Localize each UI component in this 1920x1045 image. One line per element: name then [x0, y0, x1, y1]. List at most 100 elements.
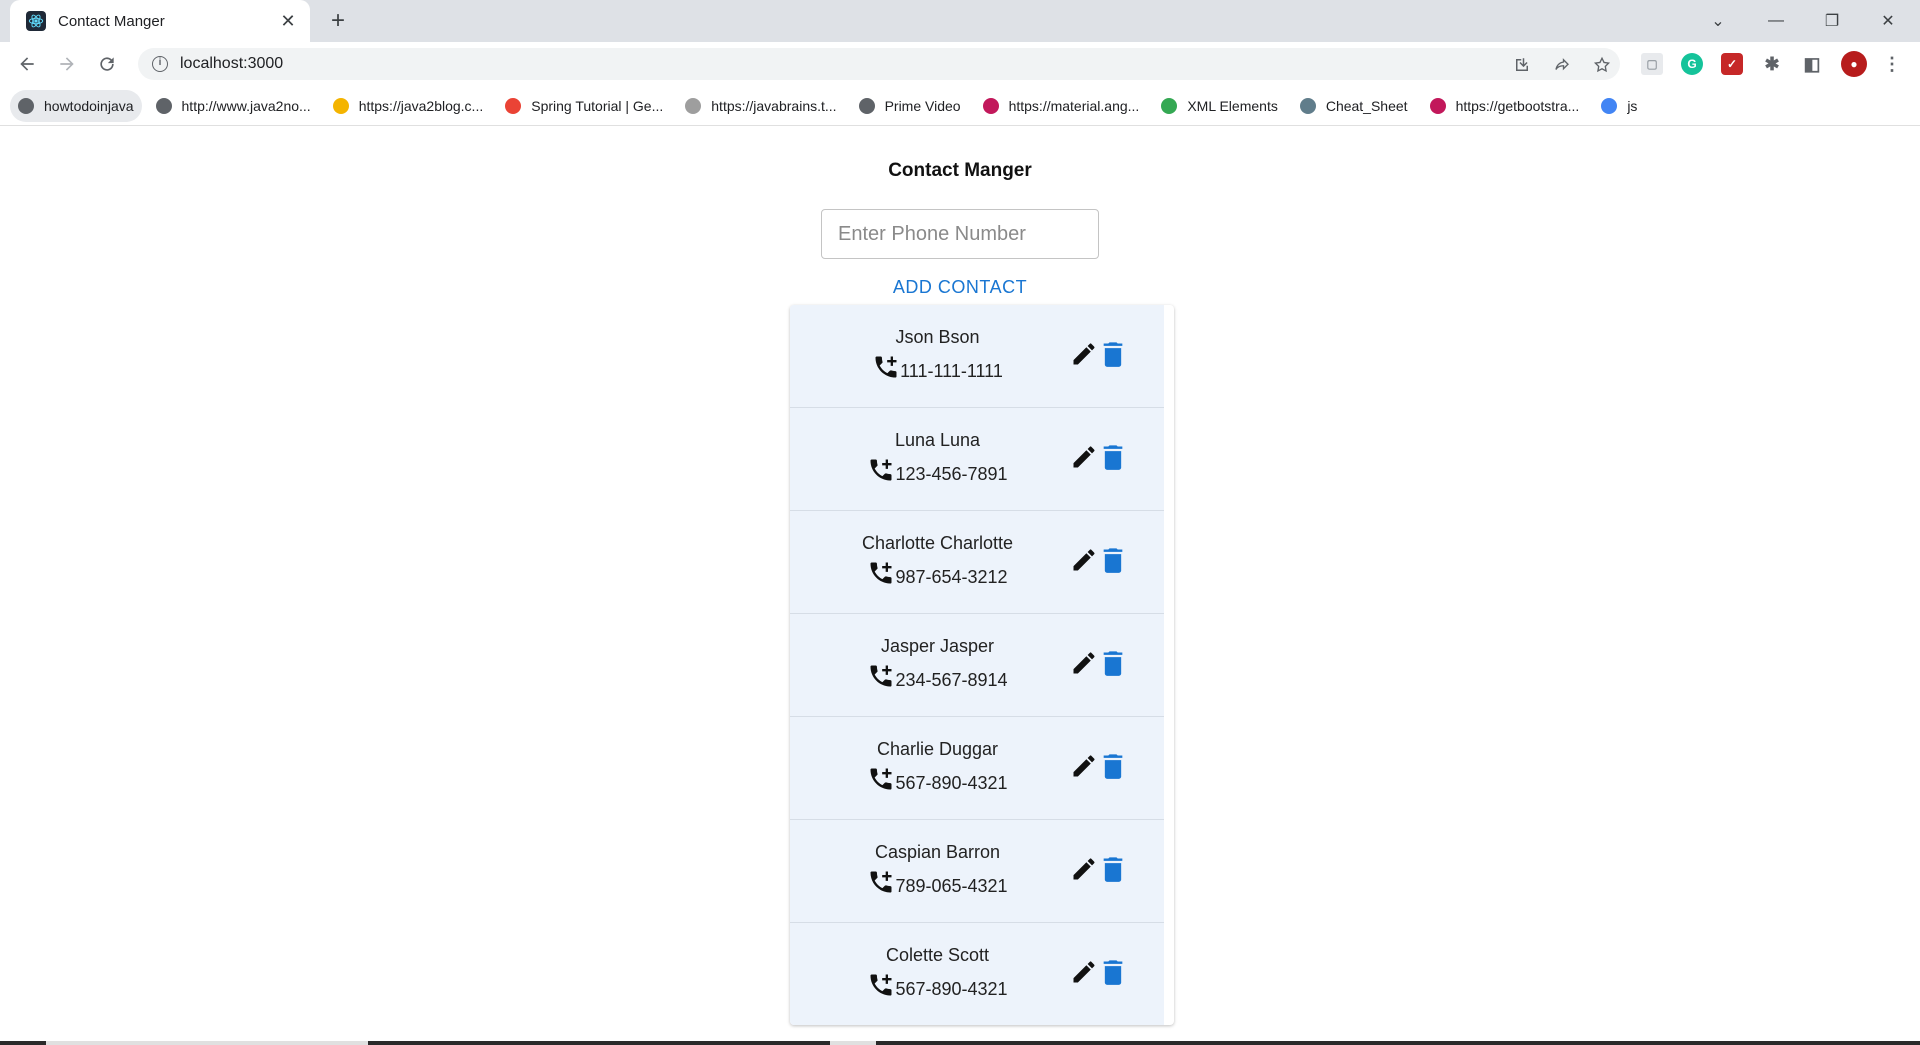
- bookmark-favicon-icon: [1299, 97, 1316, 114]
- contact-phone: 987-654-3212: [895, 567, 1008, 587]
- bookmark-label: Cheat_Sheet: [1325, 97, 1408, 114]
- contact-name: Colette Scott: [885, 945, 990, 965]
- back-icon[interactable]: [13, 50, 41, 78]
- contact-name: Charlotte Charlotte: [861, 533, 1014, 553]
- page-content: Contact Manger ADD CONTACT Json Bson 111-…: [0, 127, 1920, 1045]
- bookmark-label: https://javabrains.t...: [711, 97, 837, 114]
- extension-grey-icon[interactable]: ▢: [1641, 53, 1663, 75]
- bookmark-item[interactable]: https://material.ang...: [975, 90, 1148, 122]
- contact-row: Charlotte Charlotte 987-654-3212: [790, 511, 1164, 614]
- profile-avatar[interactable]: ●: [1841, 51, 1867, 77]
- contact-phone: 567-890-4321: [895, 979, 1008, 999]
- address-url: localhost:3000: [180, 55, 284, 72]
- delete-trash-icon[interactable]: [1102, 649, 1124, 677]
- tab-close-icon[interactable]: ✕: [278, 11, 298, 31]
- bookmark-item[interactable]: http://www.java2no...: [148, 90, 319, 122]
- bookmark-label: https://getbootstra...: [1455, 97, 1580, 114]
- side-panel-icon[interactable]: ◧: [1801, 53, 1823, 75]
- window-close-button[interactable]: ✕: [1860, 0, 1916, 42]
- phone-number-input[interactable]: [821, 209, 1099, 259]
- menu-kebab-icon[interactable]: ⋮: [1881, 53, 1903, 75]
- contact-name: Json Bson: [895, 327, 980, 347]
- delete-trash-icon[interactable]: [1102, 752, 1124, 780]
- contact-phone: 111-111-1111: [900, 361, 1003, 381]
- delete-trash-icon[interactable]: [1102, 855, 1124, 883]
- delete-trash-icon[interactable]: [1102, 443, 1124, 471]
- bookmark-favicon-icon: [1429, 97, 1446, 114]
- bookmark-item[interactable]: Prime Video: [851, 90, 969, 122]
- restore-button[interactable]: ❐: [1804, 0, 1860, 42]
- add-call-icon: [867, 971, 895, 999]
- edit-pencil-icon[interactable]: [1070, 958, 1098, 986]
- address-bar[interactable]: i localhost:3000: [138, 48, 1620, 80]
- contact-row: Jasper Jasper 234-567-8914: [790, 614, 1164, 717]
- delete-trash-icon[interactable]: [1102, 340, 1124, 368]
- bookmark-label: Spring Tutorial | Ge...: [531, 97, 664, 114]
- bookmark-item[interactable]: XML Elements: [1153, 90, 1286, 122]
- add-contact-button[interactable]: ADD CONTACT: [860, 269, 1060, 305]
- edit-pencil-icon[interactable]: [1070, 855, 1098, 883]
- bookmark-label: https://material.ang...: [1008, 97, 1140, 114]
- bookmark-favicon-icon: [685, 97, 702, 114]
- contact-phone-line: 234-567-8914: [810, 665, 1065, 691]
- bookmark-item[interactable]: howtodoinjava: [10, 89, 142, 122]
- bookmark-label: http://www.java2no...: [181, 97, 311, 114]
- add-call-icon: [867, 765, 895, 793]
- edit-pencil-icon[interactable]: [1070, 443, 1098, 471]
- shield-extension-icon[interactable]: ✓: [1721, 53, 1743, 75]
- grammarly-icon[interactable]: G: [1681, 53, 1703, 75]
- edit-pencil-icon[interactable]: [1070, 649, 1098, 677]
- bookmark-favicon-icon: [332, 97, 349, 114]
- bookmark-item[interactable]: Cheat_Sheet: [1292, 90, 1416, 122]
- contact-row: Charlie Duggar 567-890-4321: [790, 717, 1164, 820]
- site-info-icon[interactable]: i: [152, 56, 168, 72]
- bookmark-item[interactable]: https://java2blog.c...: [325, 90, 492, 122]
- contact-phone-line: 567-890-4321: [810, 974, 1065, 1000]
- edit-pencil-icon[interactable]: [1070, 546, 1098, 574]
- tab-search-icon[interactable]: ⌄: [1690, 0, 1746, 42]
- contact-phone-line: 789-065-4321: [810, 871, 1065, 897]
- bookmark-item[interactable]: https://javabrains.t...: [677, 90, 844, 122]
- contact-row: Luna Luna 123-456-7891: [790, 408, 1164, 511]
- contact-phone: 123-456-7891: [895, 464, 1008, 484]
- share-icon[interactable]: [1551, 54, 1573, 76]
- bookmark-label: XML Elements: [1187, 97, 1278, 114]
- bookmarks-bar: howtodoinjava http://www.java2no... https:…: [0, 86, 1920, 126]
- edit-pencil-icon[interactable]: [1070, 340, 1098, 368]
- bookmark-label: Prime Video: [884, 97, 961, 114]
- delete-trash-icon[interactable]: [1102, 958, 1124, 986]
- bookmark-item[interactable]: https://getbootstra...: [1422, 90, 1588, 122]
- delete-trash-icon[interactable]: [1102, 546, 1124, 574]
- bookmark-label: js: [1627, 97, 1638, 114]
- minimize-button[interactable]: —: [1748, 0, 1804, 42]
- add-call-icon: [867, 559, 895, 587]
- contact-phone: 789-065-4321: [895, 876, 1008, 896]
- install-icon[interactable]: [1511, 54, 1533, 76]
- forward-icon[interactable]: [53, 50, 81, 78]
- contact-row: Json Bson 111-111-1111: [790, 305, 1164, 408]
- bookmark-item[interactable]: js: [1593, 90, 1645, 122]
- add-call-icon: [872, 353, 900, 381]
- contact-phone-line: 987-654-3212: [810, 562, 1065, 588]
- bookmark-favicon-icon: [155, 97, 172, 114]
- tab-title: Contact Manger: [58, 12, 165, 30]
- new-tab-button[interactable]: +: [324, 8, 352, 36]
- horizontal-scrollbar[interactable]: [0, 1041, 1920, 1045]
- edit-pencil-icon[interactable]: [1070, 752, 1098, 780]
- bookmark-item[interactable]: Spring Tutorial | Ge...: [497, 90, 671, 122]
- add-call-icon: [867, 662, 895, 690]
- extensions-puzzle-icon[interactable]: ✱: [1761, 53, 1783, 75]
- page-title: Contact Manger: [888, 160, 1032, 181]
- browser-tab[interactable]: Contact Manger ✕: [10, 0, 310, 42]
- contact-phone: 567-890-4321: [895, 773, 1008, 793]
- react-icon: [26, 11, 46, 31]
- contact-name: Jasper Jasper: [880, 636, 995, 656]
- bookmark-favicon-icon: [858, 97, 875, 114]
- add-call-icon: [867, 456, 895, 484]
- contact-name: Luna Luna: [894, 430, 981, 450]
- contact-phone: 234-567-8914: [895, 670, 1008, 690]
- tab-strip: Contact Manger ✕ + ⌄ — ❐ ✕: [0, 0, 1920, 42]
- bookmark-favicon-icon: [1601, 97, 1618, 114]
- reload-icon[interactable]: [93, 50, 121, 78]
- bookmark-star-icon[interactable]: [1591, 54, 1613, 76]
